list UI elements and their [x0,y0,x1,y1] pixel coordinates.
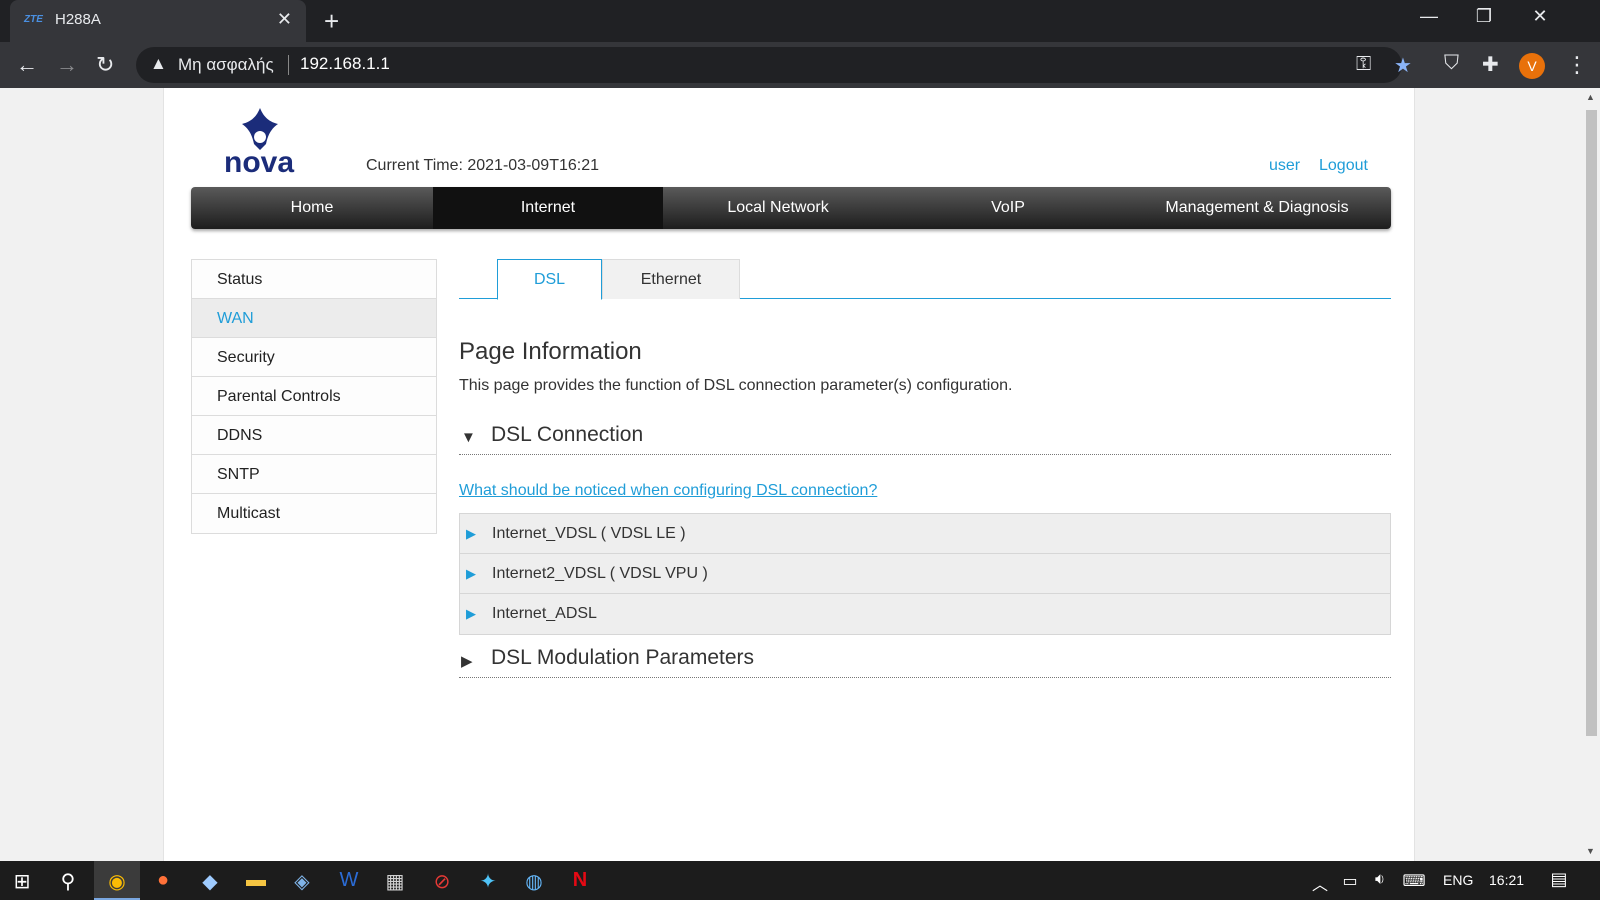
security-label[interactable]: Μη ασφαλής [178,55,274,75]
expand-arrow-icon[interactable]: ▶ [466,554,476,593]
netflix-icon[interactable]: N [560,869,600,892]
notes-app-icon[interactable]: ◈ [282,869,322,894]
dsl-help-link[interactable]: What should be noticed when configuring … [459,482,877,500]
expand-right-arrow-icon[interactable]: ▶ [461,652,473,670]
tab-dsl[interactable]: DSL [497,259,602,300]
router-page: nova Current Time: 2021-03-09T16:21 user… [163,88,1415,861]
nav-local-network[interactable]: Local Network [663,187,893,229]
scroll-thumb[interactable] [1586,110,1597,736]
minimize-icon[interactable]: — [1406,6,1452,27]
browser-toolbar: ← → ↻ ▲ Μη ασφαλής 192.168.1.1 ⚿ ★ ⛉ ✚ V… [0,42,1600,88]
scroll-up-icon[interactable]: ▲ [1586,92,1595,102]
menu-kebab-icon[interactable]: ⋮ [1566,52,1588,78]
nav-internet[interactable]: Internet [433,187,663,229]
logo-text: nova [224,146,295,179]
dsl-connection-title[interactable]: DSL Connection [491,423,643,447]
list-item[interactable]: ▶ Internet2_VDSL ( VDSL VPU ) [460,554,1390,594]
side-item-parental-controls[interactable]: Parental Controls [192,377,436,416]
sub-tabs: DSL Ethernet [459,259,1391,300]
forward-icon[interactable]: → [56,52,78,78]
calendar-app-icon[interactable]: ▦ [375,869,415,894]
dsl-modulation-section-header[interactable]: ▶ DSL Modulation Parameters [459,642,1391,678]
close-window-icon[interactable]: ✕ [1517,6,1563,27]
keyboard-icon[interactable]: ⌨ [1394,871,1434,891]
notifications-icon[interactable]: ▤ [1539,869,1579,890]
address-bar[interactable]: ▲ Μη ασφαλής 192.168.1.1 ⚿ ★ [136,47,1412,83]
chrome-icon[interactable]: ◉ [97,869,137,894]
address-url[interactable]: 192.168.1.1 [300,54,390,74]
expand-arrow-icon[interactable]: ▶ [466,514,476,553]
new-tab-icon[interactable]: + [324,6,339,37]
blocked-app-icon[interactable]: ⊘ [422,869,462,894]
restore-icon[interactable]: ❐ [1461,6,1507,27]
side-item-ddns[interactable]: DDNS [192,416,436,455]
side-item-sntp[interactable]: SNTP [192,455,436,494]
page-description: This page provides the function of DSL c… [459,377,1013,394]
logout-link[interactable]: Logout [1319,157,1368,175]
list-item[interactable]: ▶ Internet_ADSL [460,594,1390,634]
warning-icon[interactable]: ▲ [150,54,167,74]
extensions-puzzle-icon[interactable]: ✚ [1482,52,1499,77]
page-heading: Page Information [459,338,642,365]
app-shortcut-icon[interactable]: ◆ [190,869,230,894]
dsl-connection-list: ▶ Internet_VDSL ( VDSL LE ) ▶ Internet2_… [459,513,1391,635]
back-icon[interactable]: ← [16,52,38,78]
main-navigation: Home Internet Local Network VoIP Managem… [191,187,1391,229]
user-link[interactable]: user [1269,157,1300,175]
dsl-connection-section-header[interactable]: ▼ DSL Connection [459,419,1391,455]
nav-management-diagnosis[interactable]: Management & Diagnosis [1123,187,1391,229]
key-icon[interactable]: ⚿ [1356,53,1371,76]
tab-ethernet[interactable]: Ethernet [602,259,740,299]
word-icon[interactable]: W [329,869,369,892]
browser-tab[interactable]: ZTE H288A ✕ [10,0,306,42]
tab-title: H288A [55,11,101,28]
profile-avatar[interactable]: V [1519,53,1545,79]
windows-start-icon[interactable]: ⊞ [2,869,42,894]
collapse-down-arrow-icon[interactable]: ▼ [461,429,476,446]
scroll-down-icon[interactable]: ▼ [1586,846,1595,856]
connection-label[interactable]: Internet2_VDSL ( VDSL VPU ) [492,554,708,593]
reload-icon[interactable]: ↻ [96,52,114,78]
nav-voip[interactable]: VoIP [893,187,1123,229]
shield-extension-icon[interactable]: ⛉ [1444,52,1459,75]
side-item-security[interactable]: Security [192,338,436,377]
current-time: Current Time: 2021-03-09T16:21 [366,157,600,174]
taskbar-clock[interactable]: 16:21 [1489,872,1524,888]
language-indicator[interactable]: ENG [1443,872,1473,888]
browser-tab-bar: ZTE H288A ✕ + — ❐ ✕ [0,0,1600,42]
page-scrollbar[interactable]: ▲ ▼ [1583,88,1600,861]
globe-app-icon[interactable]: ◍ [514,869,554,894]
connection-label[interactable]: Internet_ADSL [492,594,597,633]
side-item-wan[interactable]: WAN [192,299,436,338]
expand-arrow-icon[interactable]: ▶ [466,594,476,633]
nav-home[interactable]: Home [191,187,433,229]
side-item-status[interactable]: Status [192,260,436,299]
close-tab-icon[interactable]: ✕ [277,9,292,30]
browser-viewport: nova Current Time: 2021-03-09T16:21 user… [0,88,1583,861]
address-separator [288,55,289,75]
firefox-icon[interactable]: ● [143,869,183,892]
search-icon[interactable]: ⚲ [48,869,88,894]
zte-favicon-icon: ZTE [24,14,43,25]
side-item-multicast[interactable]: Multicast [192,494,436,533]
list-item[interactable]: ▶ Internet_VDSL ( VDSL LE ) [460,514,1390,554]
windows-taskbar: ⊞ ⚲ ◉ ● ◆ ▬ ◈ W ▦ ⊘ ✦ ◍ N ︿ ▭ 🔉︎ ⌨ ENG 1… [0,861,1600,900]
bookmark-star-icon[interactable]: ★ [1394,53,1412,78]
kodi-icon[interactable]: ✦ [468,869,508,894]
side-menu: Status WAN Security Parental Controls DD… [191,259,437,534]
file-explorer-icon[interactable]: ▬ [236,869,276,892]
connection-label[interactable]: Internet_VDSL ( VDSL LE ) [492,514,686,553]
dsl-modulation-title[interactable]: DSL Modulation Parameters [491,646,754,670]
